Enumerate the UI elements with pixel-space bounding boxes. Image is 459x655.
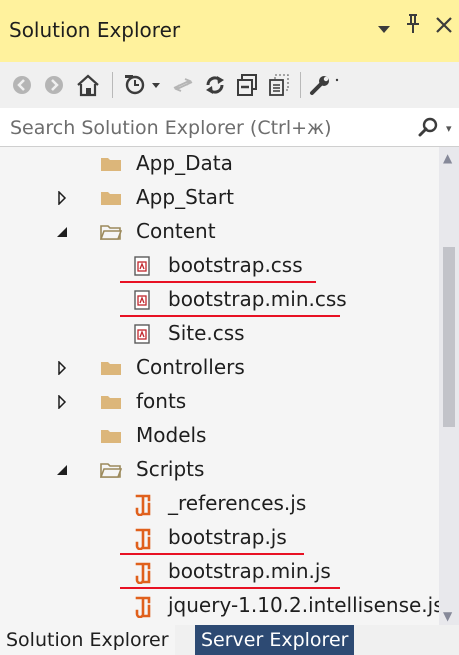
tree-item-label: bootstrap.min.js <box>168 559 331 583</box>
open-folder-icon <box>99 222 123 242</box>
panel-title: Solution Explorer <box>9 18 181 42</box>
tab-server-explorer[interactable]: Server Explorer <box>195 625 355 655</box>
solution-tree: App_Data App_Start Content bootstrap.css boo… <box>0 147 439 625</box>
tree-item-label: bootstrap.css <box>168 253 303 277</box>
css-file-icon <box>133 256 155 276</box>
tree-item[interactable]: Controllers <box>0 351 439 385</box>
tree-item[interactable]: App_Data <box>0 147 439 181</box>
tree-item[interactable]: App_Start <box>0 181 439 215</box>
tree-item[interactable]: _references.js <box>0 487 439 521</box>
folder-icon <box>100 392 122 412</box>
tree-item[interactable]: bootstrap.min.js <box>0 555 439 589</box>
tree-item-label: bootstrap.js <box>168 525 287 549</box>
js-file-icon <box>133 596 155 619</box>
scroll-up-icon[interactable]: ▲ <box>443 151 452 165</box>
search-box: ▾ <box>0 108 459 147</box>
tree-item[interactable]: bootstrap.js <box>0 521 439 555</box>
folder-icon <box>100 188 122 208</box>
history-icon[interactable] <box>124 71 164 99</box>
tree-item-label: Content <box>136 219 216 243</box>
js-file-icon <box>133 562 155 585</box>
tab-solution-explorer[interactable]: Solution Explorer <box>0 625 175 655</box>
refresh-icon[interactable] <box>202 71 228 99</box>
bottom-tab-strip: Solution Explorer Server Explorer <box>0 625 459 655</box>
js-file-icon <box>133 528 155 551</box>
tree-item-label: Models <box>136 423 207 447</box>
properties-icon[interactable] <box>308 71 332 99</box>
forward-icon[interactable] <box>42 71 66 99</box>
toolbar-overflow-icon[interactable] <box>334 68 340 96</box>
folder-icon <box>100 154 122 174</box>
pin-icon[interactable] <box>405 14 421 39</box>
tree-item[interactable]: jquery-1.10.2.intellisense.js <box>0 589 439 623</box>
js-file-icon <box>133 494 155 517</box>
search-input[interactable] <box>8 114 412 142</box>
tree-item-label: bootstrap.min.css <box>168 287 347 311</box>
css-file-icon <box>133 324 155 344</box>
tree-item[interactable]: bootstrap.css <box>0 249 439 283</box>
sync-with-active-document-icon[interactable] <box>170 71 196 99</box>
toolbar-separator <box>300 72 301 98</box>
folder-icon <box>100 426 122 446</box>
tree-item[interactable]: Models <box>0 419 439 453</box>
expand-arrow-icon[interactable] <box>55 191 69 205</box>
tree-item-label: jquery-1.10.2.intellisense.js <box>168 593 439 617</box>
title-bar: Solution Explorer <box>0 0 459 62</box>
back-icon[interactable] <box>10 71 34 99</box>
tree-item-label: Controllers <box>136 355 245 379</box>
scroll-down-icon[interactable]: ▼ <box>443 609 452 623</box>
open-folder-icon <box>99 460 123 480</box>
tree-item-label: fonts <box>136 389 187 413</box>
tree-item[interactable]: Scripts <box>0 453 439 487</box>
tree-item-label: Site.css <box>168 321 245 345</box>
toolbar <box>0 62 459 109</box>
title-bar-buttons <box>377 14 453 39</box>
tree-item[interactable]: bootstrap.min.css <box>0 283 439 317</box>
close-icon[interactable] <box>435 15 453 39</box>
collapse-arrow-icon[interactable] <box>55 463 69 477</box>
search-icon[interactable] <box>418 116 440 142</box>
home-icon[interactable] <box>74 71 102 99</box>
tree-item[interactable]: Site.css <box>0 317 439 351</box>
show-all-files-icon[interactable] <box>266 71 292 99</box>
folder-icon <box>100 358 122 378</box>
expand-arrow-icon[interactable] <box>55 361 69 375</box>
tree-item-label: Scripts <box>136 457 205 481</box>
tree-item-label: App_Start <box>136 185 234 209</box>
window-position-dropdown-icon[interactable] <box>377 15 391 39</box>
search-options-dropdown-icon[interactable]: ▾ <box>446 122 452 135</box>
collapse-all-icon[interactable] <box>234 71 260 99</box>
expand-arrow-icon[interactable] <box>55 395 69 409</box>
tree-item-label: _references.js <box>168 491 307 515</box>
css-file-icon <box>133 290 155 310</box>
toolbar-separator <box>112 72 113 98</box>
tree-item[interactable]: Content <box>0 215 439 249</box>
vertical-scrollbar[interactable]: ▲ ▼ <box>439 147 459 625</box>
collapse-arrow-icon[interactable] <box>55 225 69 239</box>
scrollbar-thumb[interactable] <box>443 247 455 427</box>
tree-item-label: App_Data <box>136 151 233 175</box>
tree-item[interactable]: fonts <box>0 385 439 419</box>
